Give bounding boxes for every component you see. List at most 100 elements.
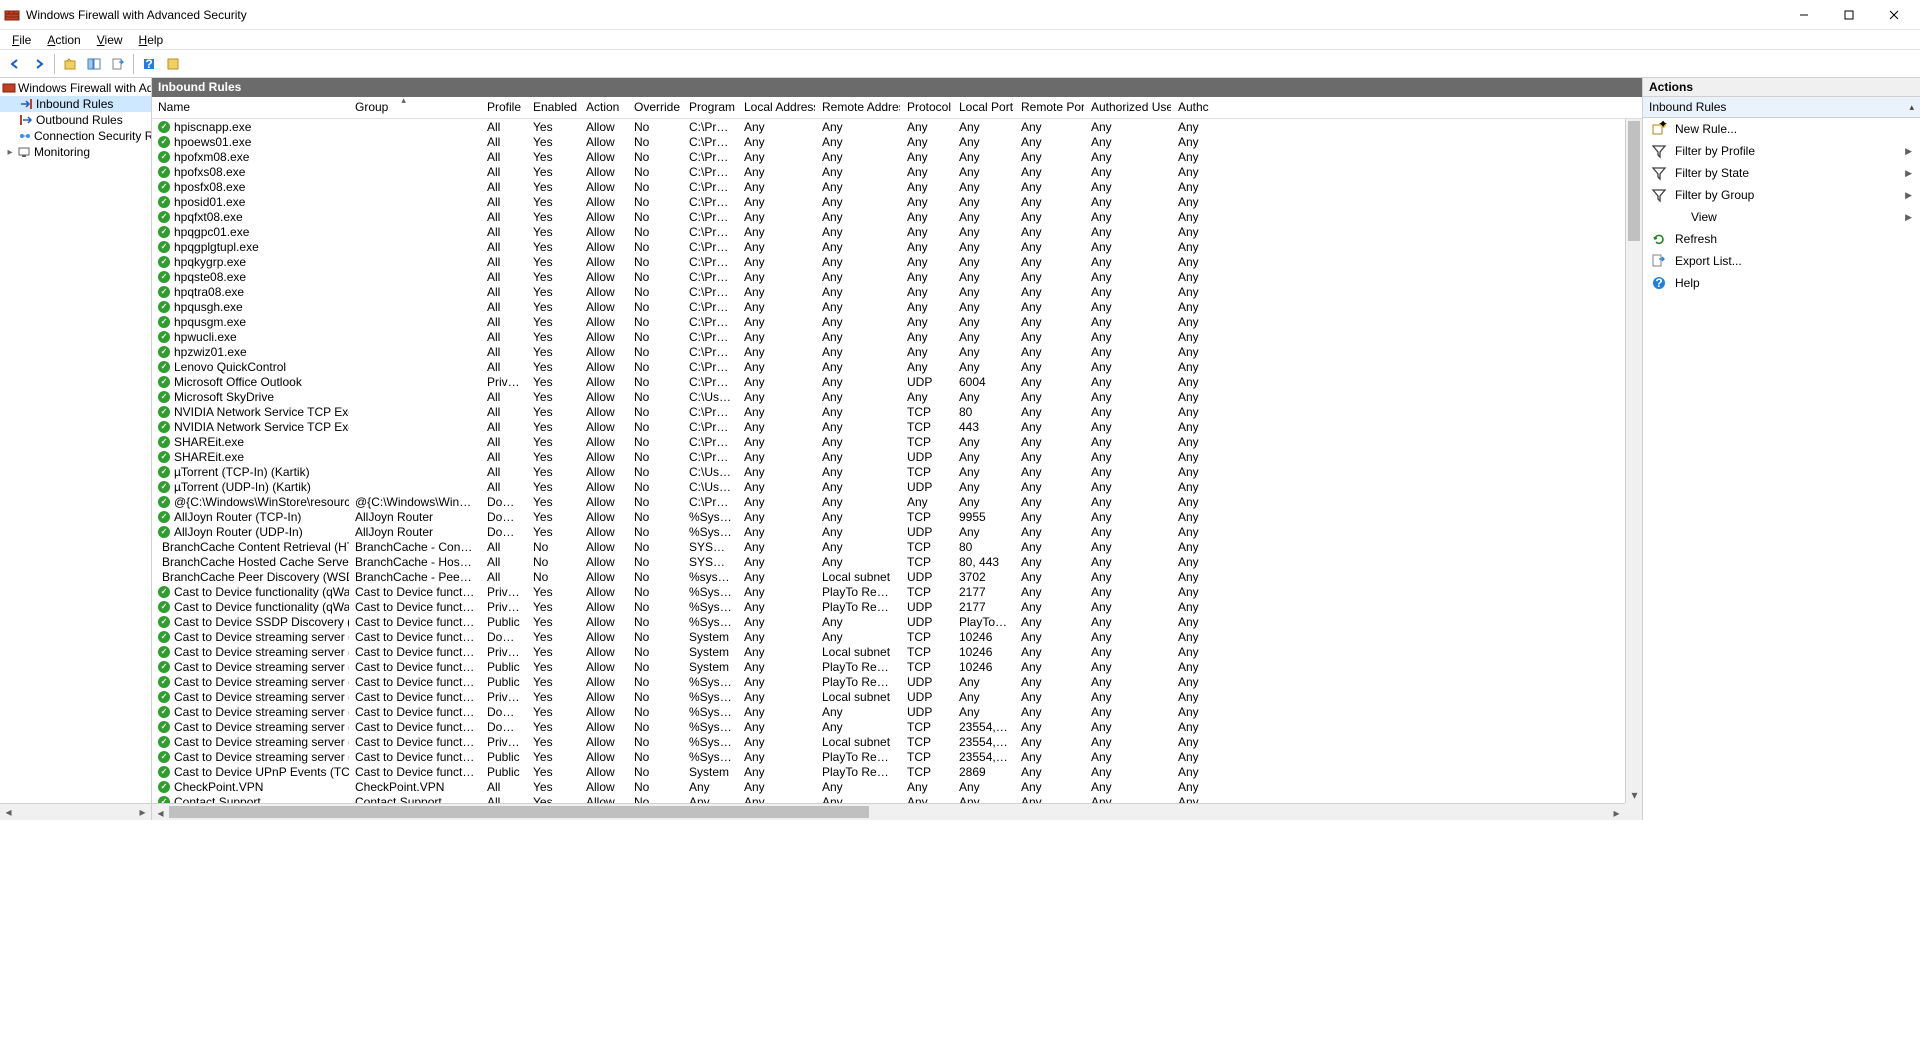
close-button[interactable] bbox=[1871, 0, 1916, 30]
tree-inbound-rules[interactable]: Inbound Rules bbox=[0, 96, 151, 112]
table-row[interactable]: hpqusgm.exeAllYesAllowNoC:\Progr...AnyAn… bbox=[152, 314, 1642, 329]
help-button[interactable]: ? bbox=[138, 53, 160, 75]
tree-root[interactable]: Windows Firewall with Advance bbox=[0, 80, 151, 96]
table-row[interactable]: hpqgpc01.exeAllYesAllowNoC:\Progr...AnyA… bbox=[152, 224, 1642, 239]
column-profile[interactable]: Profile bbox=[481, 97, 527, 118]
table-row[interactable]: AllJoyn Router (TCP-In)AllJoyn RouterDom… bbox=[152, 509, 1642, 524]
action-filter-by-group[interactable]: Filter by Group▶ bbox=[1643, 184, 1920, 206]
column-local-address[interactable]: Local Address bbox=[738, 97, 816, 118]
minimize-button[interactable] bbox=[1781, 0, 1826, 30]
scroll-right-icon[interactable]: ▸ bbox=[1608, 804, 1625, 821]
column-group[interactable]: Group▴ bbox=[349, 97, 481, 118]
table-row[interactable]: NVIDIA Network Service TCP Exception (..… bbox=[152, 419, 1642, 434]
table-row[interactable]: Cast to Device streaming server (RTSP-St… bbox=[152, 734, 1642, 749]
scroll-left-icon[interactable]: ◂ bbox=[152, 804, 169, 821]
table-row[interactable]: Cast to Device streaming server (HTTP-St… bbox=[152, 659, 1642, 674]
table-row[interactable]: hposid01.exeAllYesAllowNoC:\Progr...AnyA… bbox=[152, 194, 1642, 209]
action-filter-by-profile[interactable]: Filter by Profile▶ bbox=[1643, 140, 1920, 162]
table-row[interactable]: Cast to Device UPnP Events (TCP-In)Cast … bbox=[152, 764, 1642, 779]
table-row[interactable]: hpofxm08.exeAllYesAllowNoC:\Progr...AnyA… bbox=[152, 149, 1642, 164]
table-row[interactable]: hpoews01.exeAllYesAllowNoC:\Progr...AnyA… bbox=[152, 134, 1642, 149]
column-program[interactable]: Program bbox=[683, 97, 738, 118]
table-row[interactable]: µTorrent (TCP-In) (Kartik)AllYesAllowNoC… bbox=[152, 464, 1642, 479]
column-override[interactable]: Override bbox=[628, 97, 683, 118]
action-filter-by-state[interactable]: Filter by State▶ bbox=[1643, 162, 1920, 184]
table-row[interactable]: hpqgplgtupl.exeAllYesAllowNoC:\Progr...A… bbox=[152, 239, 1642, 254]
table-row[interactable]: hpqkygrp.exeAllYesAllowNoC:\Progr...AnyA… bbox=[152, 254, 1642, 269]
scroll-right-icon[interactable]: ▸ bbox=[134, 804, 151, 821]
table-row[interactable]: Cast to Device streaming server (HTTP-St… bbox=[152, 629, 1642, 644]
action-view[interactable]: View▶ bbox=[1643, 206, 1920, 228]
scroll-left-icon[interactable]: ◂ bbox=[0, 804, 17, 821]
table-row[interactable]: Cast to Device streaming server (RTSP-St… bbox=[152, 719, 1642, 734]
tree-horizontal-scrollbar[interactable]: ◂ ▸ bbox=[0, 803, 151, 820]
column-remote-address[interactable]: Remote Address bbox=[816, 97, 901, 118]
vertical-scrollbar[interactable]: ▴ ▾ bbox=[1625, 119, 1642, 803]
table-row[interactable]: Cast to Device streaming server (RTCP-St… bbox=[152, 704, 1642, 719]
table-row[interactable]: hpwucli.exeAllYesAllowNoC:\Progr...AnyAn… bbox=[152, 329, 1642, 344]
table-row[interactable]: @{C:\Windows\WinStore\resources.pri?...@… bbox=[152, 494, 1642, 509]
tree-connection-security[interactable]: Connection Security Rules bbox=[0, 128, 151, 144]
column-enabled[interactable]: Enabled bbox=[527, 97, 580, 118]
cell-override: No bbox=[628, 240, 683, 254]
table-row[interactable]: Cast to Device streaming server (HTTP-St… bbox=[152, 644, 1642, 659]
table-row[interactable]: hpqfxt08.exeAllYesAllowNoC:\Progr...AnyA… bbox=[152, 209, 1642, 224]
column-action[interactable]: Action bbox=[580, 97, 628, 118]
forward-button[interactable] bbox=[28, 53, 50, 75]
table-row[interactable]: Cast to Device streaming server (RTCP-St… bbox=[152, 689, 1642, 704]
table-row[interactable]: Microsoft Office OutlookPrivateYesAllowN… bbox=[152, 374, 1642, 389]
table-row[interactable]: Cast to Device functionality (qWave-UDP.… bbox=[152, 599, 1642, 614]
action-refresh[interactable]: Refresh bbox=[1643, 228, 1920, 250]
menu-action[interactable]: Action bbox=[39, 31, 88, 49]
menu-view[interactable]: View bbox=[89, 31, 131, 49]
table-row[interactable]: hpofxs08.exeAllYesAllowNoC:\Progr...AnyA… bbox=[152, 164, 1642, 179]
menu-help[interactable]: Help bbox=[131, 31, 172, 49]
column-authorized-users[interactable]: Authorized Users bbox=[1085, 97, 1172, 118]
actions-section-header[interactable]: Inbound Rules ▴ bbox=[1643, 97, 1920, 118]
up-button[interactable] bbox=[59, 53, 81, 75]
export-button[interactable] bbox=[107, 53, 129, 75]
table-row[interactable]: BranchCache Content Retrieval (HTTP-In)B… bbox=[152, 539, 1642, 554]
table-row[interactable]: Cast to Device streaming server (RTCP-St… bbox=[152, 674, 1642, 689]
table-row[interactable]: Cast to Device SSDP Discovery (UDP-In)Ca… bbox=[152, 614, 1642, 629]
action-export-list[interactable]: Export List... bbox=[1643, 250, 1920, 272]
column-protocol[interactable]: Protocol bbox=[901, 97, 953, 118]
scrollbar-thumb[interactable] bbox=[169, 806, 869, 818]
table-row[interactable]: hpqste08.exeAllYesAllowNoC:\Progr...AnyA… bbox=[152, 269, 1642, 284]
table-row[interactable]: Microsoft SkyDriveAllYesAllowNoC:\Users\… bbox=[152, 389, 1642, 404]
table-row[interactable]: SHAREit.exeAllYesAllowNoC:\Progr...AnyAn… bbox=[152, 449, 1642, 464]
column-name[interactable]: Name bbox=[152, 97, 349, 118]
table-row[interactable]: Cast to Device functionality (qWave-TCP.… bbox=[152, 584, 1642, 599]
back-button[interactable] bbox=[4, 53, 26, 75]
tree-monitoring[interactable]: ▸ Monitoring bbox=[0, 144, 151, 160]
menu-file[interactable]: File bbox=[4, 31, 39, 49]
table-row[interactable]: hposfx08.exeAllYesAllowNoC:\Progr...AnyA… bbox=[152, 179, 1642, 194]
show-tree-button[interactable] bbox=[83, 53, 105, 75]
table-row[interactable]: Lenovo QuickControlAllYesAllowNoC:\Progr… bbox=[152, 359, 1642, 374]
maximize-button[interactable] bbox=[1826, 0, 1871, 30]
collapse-icon[interactable]: ▴ bbox=[1909, 102, 1914, 113]
table-row[interactable]: SHAREit.exeAllYesAllowNoC:\Progr...AnyAn… bbox=[152, 434, 1642, 449]
action-help[interactable]: ?Help bbox=[1643, 272, 1920, 294]
table-row[interactable]: hpqusgh.exeAllYesAllowNoC:\Progr...AnyAn… bbox=[152, 299, 1642, 314]
column-remote-port[interactable]: Remote Port bbox=[1015, 97, 1085, 118]
table-row[interactable]: BranchCache Peer Discovery (WSD-In)Branc… bbox=[152, 569, 1642, 584]
table-row[interactable]: CheckPoint.VPNCheckPoint.VPNAllYesAllowN… bbox=[152, 779, 1642, 794]
table-row[interactable]: AllJoyn Router (UDP-In)AllJoyn RouterDom… bbox=[152, 524, 1642, 539]
table-row[interactable]: NVIDIA Network Service TCP Exception (..… bbox=[152, 404, 1642, 419]
table-row[interactable]: hpqtra08.exeAllYesAllowNoC:\Progr...AnyA… bbox=[152, 284, 1642, 299]
action-new-rule[interactable]: ✦New Rule... bbox=[1643, 118, 1920, 140]
table-row[interactable]: µTorrent (UDP-In) (Kartik)AllYesAllowNoC… bbox=[152, 479, 1642, 494]
table-row[interactable]: hpiscnapp.exeAllYesAllowNoC:\Progr...Any… bbox=[152, 119, 1642, 134]
tree-outbound-rules[interactable]: Outbound Rules bbox=[0, 112, 151, 128]
table-row[interactable]: Cast to Device streaming server (RTSP-St… bbox=[152, 749, 1642, 764]
properties-button[interactable] bbox=[162, 53, 184, 75]
table-row[interactable]: BranchCache Hosted Cache Server (HTT...B… bbox=[152, 554, 1642, 569]
scrollbar-thumb[interactable] bbox=[1628, 121, 1640, 241]
column-authorized-computers[interactable]: Authc bbox=[1172, 97, 1212, 118]
table-row[interactable]: hpzwiz01.exeAllYesAllowNoC:\Progr...AnyA… bbox=[152, 344, 1642, 359]
horizontal-scrollbar[interactable]: ◂ ▸ bbox=[152, 803, 1625, 820]
scroll-down-icon[interactable]: ▾ bbox=[1626, 786, 1643, 803]
expand-icon[interactable]: ▸ bbox=[4, 147, 16, 158]
column-local-port[interactable]: Local Port bbox=[953, 97, 1015, 118]
